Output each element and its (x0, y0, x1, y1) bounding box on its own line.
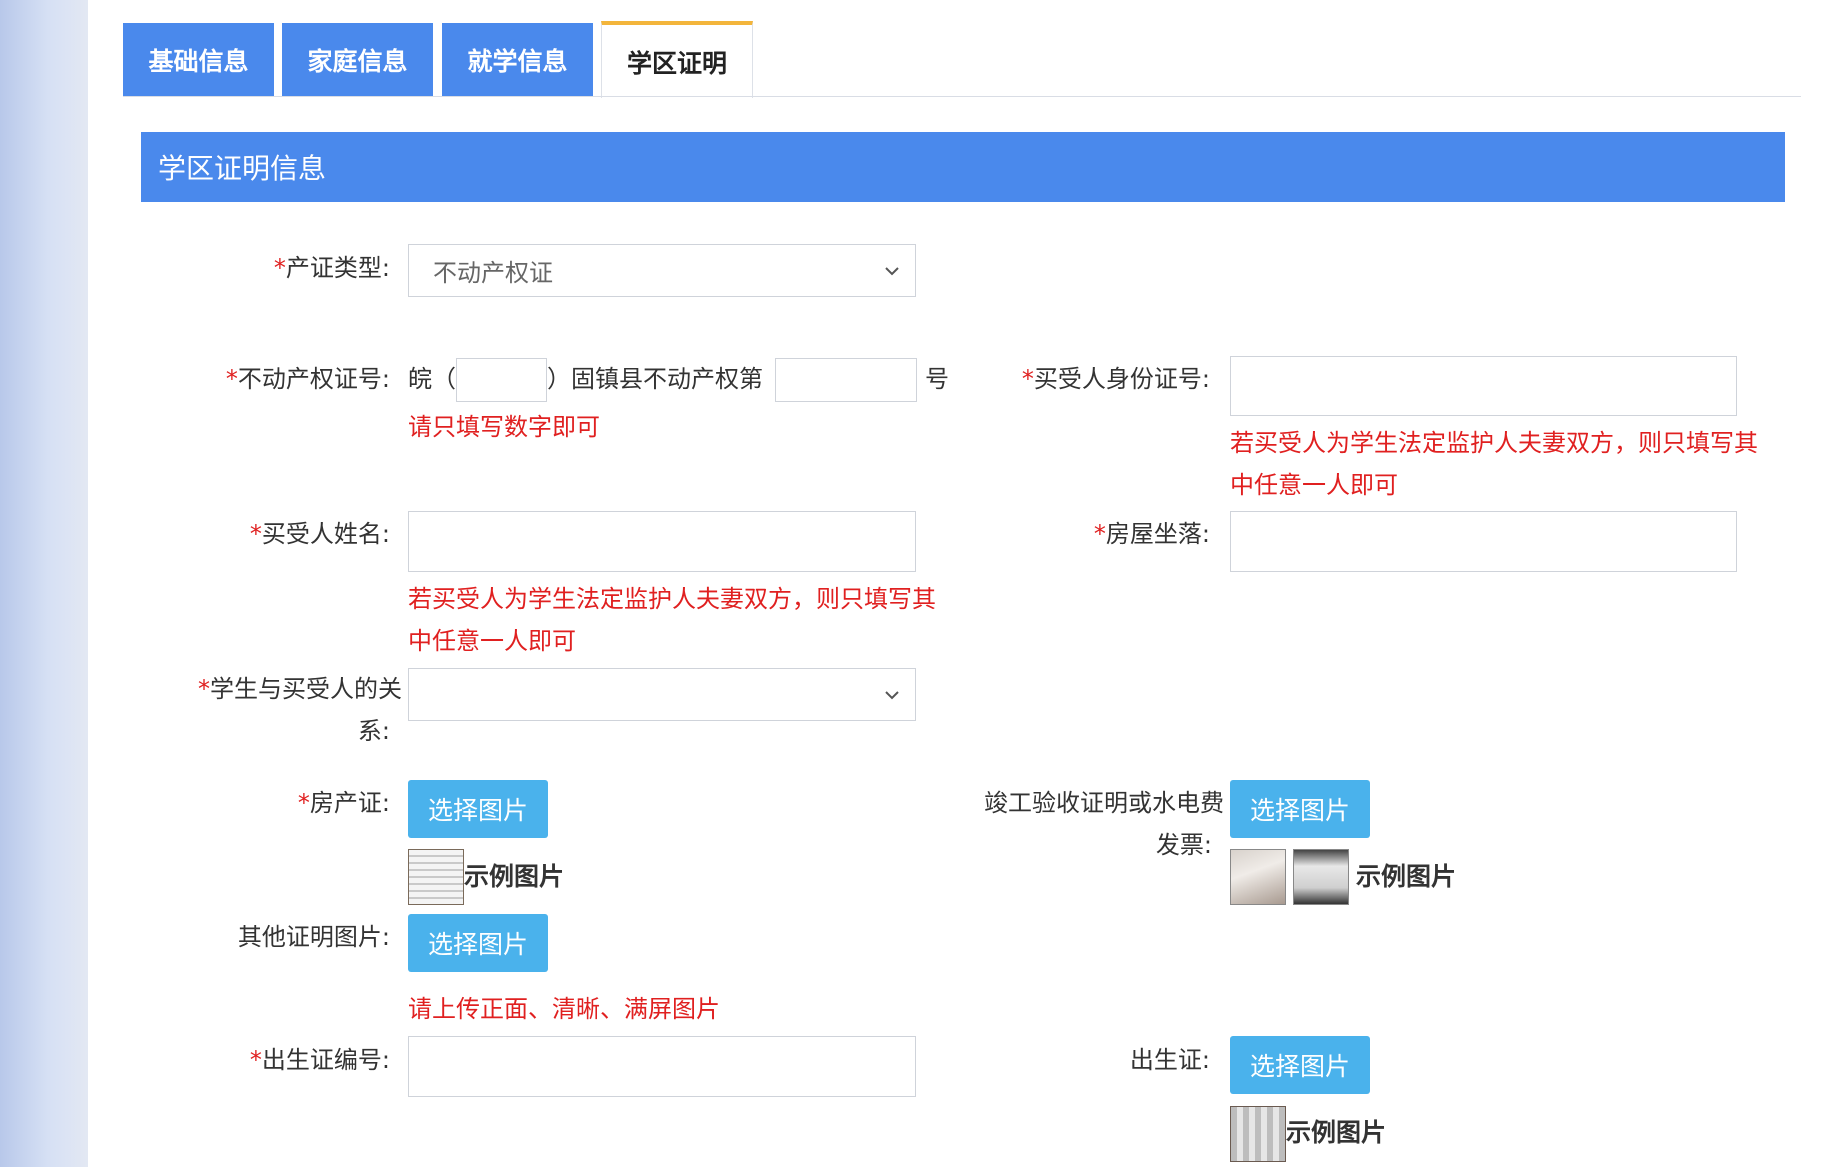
other-cert-label: 其他证明图片: (237, 923, 390, 951)
required-mark: * (249, 520, 262, 548)
buyer-id-label: *买受人身份证号: (1021, 365, 1210, 393)
tab-basic-info[interactable]: 基础信息 (123, 23, 274, 97)
tab-family-info[interactable]: 家庭信息 (282, 23, 433, 97)
relation-label: *学生与买受人的关 (198, 675, 402, 703)
tab-district-proof[interactable]: 学区证明 (601, 21, 753, 98)
house-location-label: *房屋坐落: (1093, 520, 1210, 548)
completion-cert-sample-label[interactable]: 示例图片 (1356, 861, 1456, 893)
house-cert-select-button[interactable]: 选择图片 (408, 780, 548, 838)
birth-cert-label: 出生证: (1129, 1046, 1210, 1074)
buyer-name-hint-1: 若买受人为学生法定监护人夫妻双方，则只填写其 (408, 585, 936, 613)
chevron-down-icon (885, 266, 899, 275)
birth-cert-select-button[interactable]: 选择图片 (1230, 1036, 1370, 1094)
completion-cert-select-button[interactable]: 选择图片 (1230, 780, 1370, 838)
buyer-id-input[interactable] (1230, 356, 1737, 416)
other-cert-hint: 请上传正面、清晰、满屏图片 (408, 995, 720, 1023)
required-mark: * (225, 365, 238, 393)
required-mark: * (1021, 365, 1034, 393)
house-cert-sample-label[interactable]: 示例图片 (464, 861, 564, 893)
completion-cert-sample-thumbnail-2[interactable] (1293, 849, 1349, 905)
required-mark: * (1093, 520, 1106, 548)
tab-divider (123, 96, 1801, 97)
cert-no-suffix: 号 (925, 365, 949, 393)
buyer-name-input[interactable] (408, 511, 916, 572)
chevron-down-icon (885, 690, 899, 699)
required-mark: * (198, 675, 210, 703)
cert-type-value: 不动产权证 (433, 259, 553, 287)
buyer-id-hint-1: 若买受人为学生法定监护人夫妻双方，则只填写其 (1230, 429, 1758, 457)
required-mark: * (273, 254, 286, 282)
house-cert-sample-thumbnail[interactable] (408, 849, 464, 905)
required-mark: * (249, 1046, 262, 1074)
cert-type-label: *产证类型: (273, 254, 390, 282)
house-location-input[interactable] (1230, 511, 1737, 572)
cert-no-province-input[interactable] (456, 358, 547, 402)
cert-no-number-input[interactable] (775, 358, 917, 402)
cert-no-middle: ）固镇县不动产权第 (547, 365, 763, 393)
cert-no-hint: 请只填写数字即可 (408, 413, 600, 441)
cert-no-label: *不动产权证号: (225, 365, 390, 393)
completion-cert-label: 竣工验收证明或水电费 (984, 789, 1224, 817)
relation-label-cont: 系: (357, 717, 390, 745)
page-background (0, 0, 88, 1167)
birth-cert-sample-label[interactable]: 示例图片 (1286, 1117, 1386, 1149)
birth-cert-sample-thumbnail[interactable] (1230, 1106, 1286, 1162)
completion-cert-sample-thumbnail-1[interactable] (1230, 849, 1286, 905)
required-mark: * (297, 789, 310, 817)
completion-cert-label-cont: 发票: (1155, 831, 1212, 859)
cert-type-select[interactable]: 不动产权证 (408, 244, 916, 297)
section-header: 学区证明信息 (141, 132, 1785, 202)
cert-no-prefix: 皖（ (408, 365, 456, 393)
buyer-name-hint-2: 中任意一人即可 (408, 627, 576, 655)
buyer-name-label: *买受人姓名: (249, 520, 390, 548)
buyer-id-hint-2: 中任意一人即可 (1230, 471, 1398, 499)
other-cert-select-button[interactable]: 选择图片 (408, 914, 548, 972)
house-cert-label: *房产证: (297, 789, 390, 817)
birth-no-label: *出生证编号: (249, 1046, 390, 1074)
birth-no-input[interactable] (408, 1036, 916, 1097)
tab-school-info[interactable]: 就学信息 (442, 23, 593, 97)
relation-select[interactable] (408, 668, 916, 721)
